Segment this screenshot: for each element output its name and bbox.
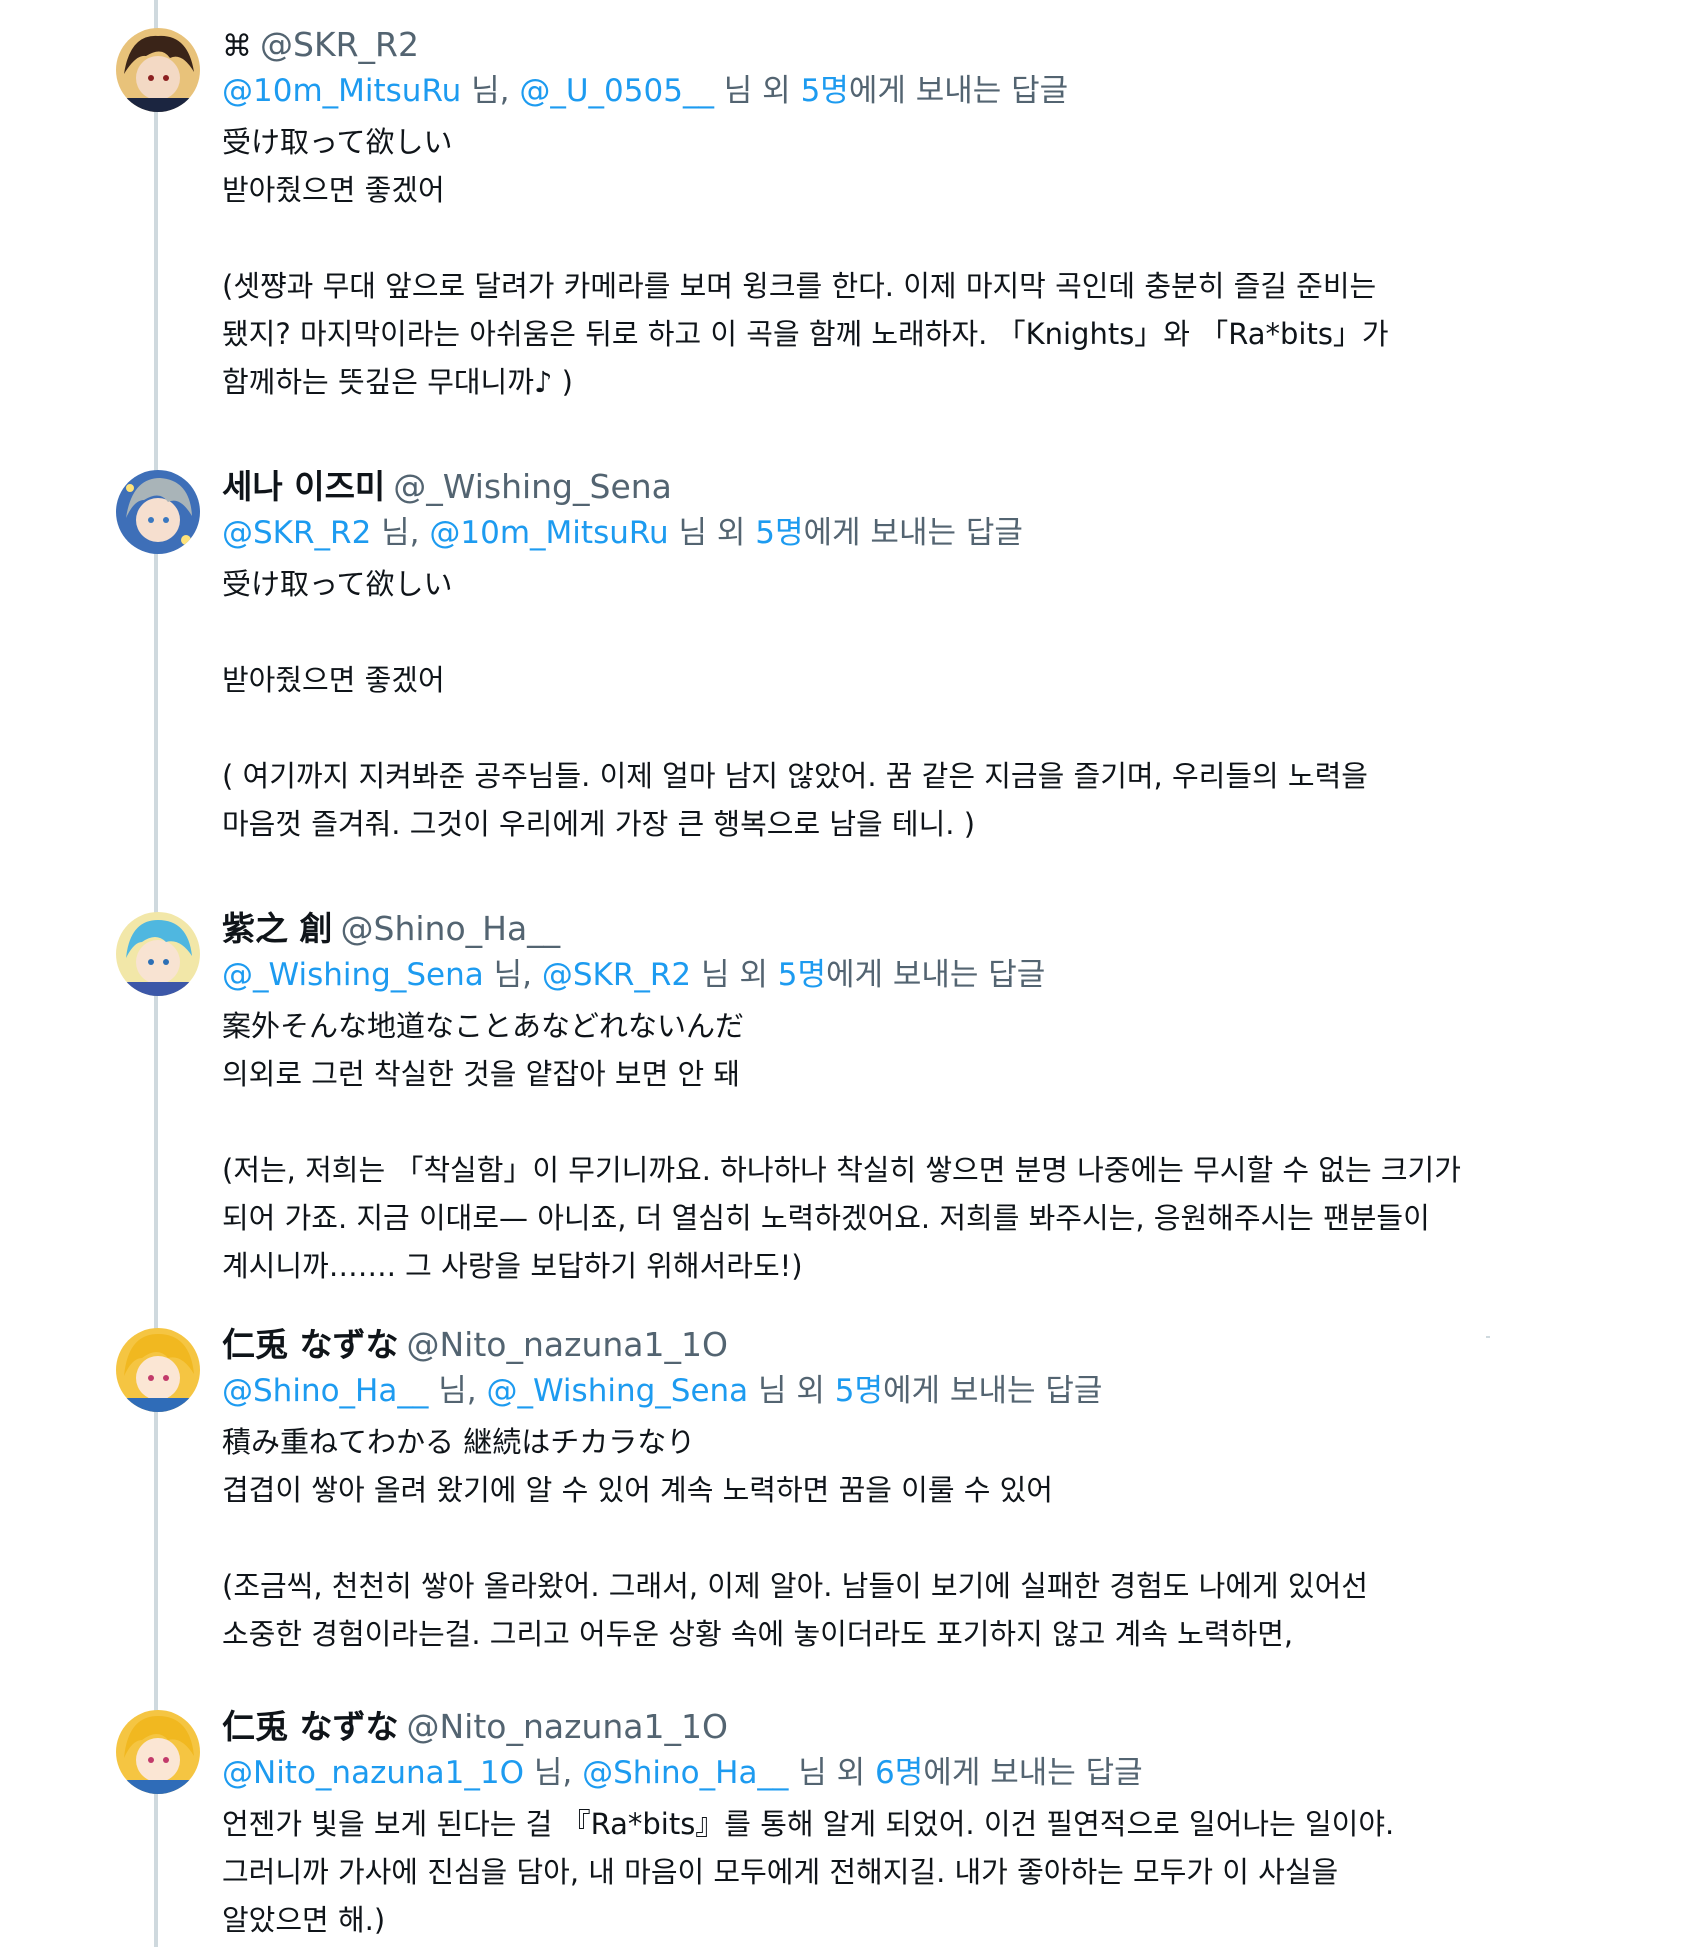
others-count-link[interactable]: 5명 (835, 1373, 883, 1409)
tweet-line: 受け取って欲しい (222, 125, 453, 159)
reply-separator: 님 외 (713, 73, 801, 109)
mention-link[interactable]: @_U_0505__ (519, 73, 714, 109)
mention-link[interactable]: @Shino_Ha__ (582, 1755, 788, 1791)
avatar[interactable] (116, 1710, 200, 1794)
mention-link[interactable]: @_Wishing_Sena (486, 1373, 748, 1409)
tweet-line: 되어 가죠. 지금 이대로— 아니죠, 더 열심히 노력하겠어요. 저희를 봐주… (222, 1201, 1430, 1235)
tweet-line: 案外そんな地道なことあなどれないんだ (222, 1009, 745, 1043)
tweet-content: 紫之 創 @Shino_Ha__ @_Wishing_Sena 님, @SKR_R… (222, 906, 1502, 1290)
tweet-line: 소중한 경험이라는걸. 그리고 어두운 상황 속에 놓이더라도 포기하지 않고 … (222, 1617, 1294, 1651)
tweet-header: ⌘ @SKR_R2 (222, 22, 1502, 68)
tweet-content: 仁兎 なずな @Nito_nazuna1_1O @Shino_Ha__ 님, @_… (222, 1322, 1502, 1658)
mention-link[interactable]: @Nito_nazuna1_1O (222, 1755, 524, 1791)
user-handle[interactable]: @Nito_nazuna1_1O (407, 1325, 728, 1364)
tweet-text: 受け取って欲しい 받아줬으면 좋겠어 (셋쨩과 무대 앞으로 달려가 카메라를 … (222, 118, 1502, 406)
display-name[interactable]: 紫之 創 (222, 909, 333, 948)
tweet-line: (저는, 저희는 「착실함」이 무기니까요. 하나하나 착실히 쌓으면 분명 나… (222, 1153, 1461, 1187)
tweet-content: 仁兎 なずな @Nito_nazuna1_1O @Nito_nazuna1_1O … (222, 1704, 1502, 1944)
replying-to: @Shino_Ha__ 님, @_Wishing_Sena 님 외 5명에게 보… (222, 1368, 1502, 1414)
others-count-link[interactable]: 5명 (755, 515, 803, 551)
others-count-link[interactable]: 6명 (875, 1755, 923, 1791)
replying-to: @_Wishing_Sena 님, @SKR_R2 님 외 5명에게 보내는 답… (222, 952, 1502, 998)
tweet-content: 세나 이즈미 @_Wishing_Sena @SKR_R2 님, @10m_Mit… (222, 464, 1502, 848)
mention-link[interactable]: @10m_MitsuRu (429, 515, 668, 551)
reply-tail: 에게 보내는 답글 (923, 1755, 1143, 1791)
others-count-link[interactable]: 5명 (778, 957, 826, 993)
avatar[interactable] (116, 28, 200, 112)
replying-to: @Nito_nazuna1_1O 님, @Shino_Ha__ 님 외 6명에게… (222, 1750, 1502, 1796)
avatar[interactable] (116, 912, 200, 996)
tweet-line: 받아줬으면 좋겠어 (222, 173, 445, 207)
reply-tail: 에게 보내는 답글 (825, 957, 1046, 993)
tweet-line: 마음껏 즐겨줘. 그것이 우리에게 가장 큰 행복으로 남을 테니. ) (222, 807, 976, 841)
mention-link[interactable]: @Shino_Ha__ (222, 1373, 428, 1409)
user-handle[interactable]: @Nito_nazuna1_1O (407, 1707, 728, 1746)
display-name-symbol: ⌘ (222, 29, 252, 64)
tweet-text: 受け取って欲しい 받아줬으면 좋겠어 ( 여기까지 지켜봐준 공주님들. 이제 … (222, 560, 1502, 848)
tweet-content: ⌘ @SKR_R2 @10m_MitsuRu 님, @_U_0505__ 님 외 … (222, 22, 1502, 406)
user-handle[interactable]: @SKR_R2 (260, 25, 419, 64)
tweet-line: 됐지? 마지막이라는 아쉬움은 뒤로 하고 이 곡을 함께 노래하자. 「Kni… (222, 317, 1389, 351)
tweet-text: 언젠가 빛을 보게 된다는 걸 『Ra*bits』를 통해 알게 되었어. 이건… (222, 1800, 1502, 1944)
tweet-header: 仁兎 なずな @Nito_nazuna1_1O (222, 1322, 1502, 1368)
mention-link[interactable]: @10m_MitsuRu (222, 73, 461, 109)
reply-separator: 님 외 (788, 1755, 876, 1791)
tweet-line: 積み重ねてわかる 継続はチカラなり (222, 1425, 696, 1459)
reply-separator: 님, (483, 957, 542, 993)
avatar[interactable] (116, 470, 200, 554)
tweet-text: 案外そんな地道なことあなどれないんだ 의외로 그런 착실한 것을 얕잡아 보면 … (222, 1002, 1502, 1290)
tweet-line: 계시니까……. 그 사랑을 보답하기 위해서라도!) (222, 1249, 803, 1283)
reply-separator: 님, (428, 1373, 487, 1409)
tweet-line: 겹겹이 쌓아 올려 왔기에 알 수 있어 계속 노력하면 꿈을 이룰 수 있어 (222, 1473, 1053, 1507)
tweet-line: 그러니까 가사에 진심을 담아, 내 마음이 모두에게 전해지길. 내가 좋아하… (222, 1855, 1339, 1889)
tweet-line: 알았으면 해.) (222, 1903, 386, 1937)
tweet-line: 受け取って欲しい (222, 567, 453, 601)
tweet-header: 세나 이즈미 @_Wishing_Sena (222, 464, 1502, 510)
reply-tail: 에게 보내는 답글 (883, 1373, 1103, 1409)
tweet-line: (조금씩, 천천히 쌓아 올라왔어. 그래서, 이제 알아. 남들이 보기에 실… (222, 1569, 1368, 1603)
reply-separator: 님 외 (668, 515, 756, 551)
reply-separator: 님, (461, 73, 520, 109)
display-name[interactable]: 仁兎 なずな (222, 1325, 399, 1364)
reply-tail: 에게 보내는 답글 (803, 515, 1023, 551)
tweet-line: (셋쨩과 무대 앞으로 달려가 카메라를 보며 윙크를 한다. 이제 마지막 곡… (222, 269, 1377, 303)
reply-separator: 님, (371, 515, 430, 551)
display-name[interactable]: 세나 이즈미 (222, 467, 385, 506)
tweet-line: 언젠가 빛을 보게 된다는 걸 『Ra*bits』를 통해 알게 되었어. 이건… (222, 1807, 1395, 1841)
tweet-line: 의외로 그런 착실한 것을 얕잡아 보면 안 돼 (222, 1057, 741, 1091)
mention-link[interactable]: @_Wishing_Sena (222, 957, 484, 993)
mention-link[interactable]: @SKR_R2 (222, 515, 371, 551)
user-handle[interactable]: @Shino_Ha__ (341, 909, 561, 948)
tweet-line: ( 여기까지 지켜봐준 공주님들. 이제 얼마 남지 않았어. 꿈 같은 지금을… (222, 759, 1368, 793)
tweet-header: 仁兎 なずな @Nito_nazuna1_1O (222, 1704, 1502, 1750)
user-handle[interactable]: @_Wishing_Sena (393, 467, 672, 506)
tweet-header: 紫之 創 @Shino_Ha__ (222, 906, 1502, 952)
tweet-line: 받아줬으면 좋겠어 (222, 663, 445, 697)
replying-to: @10m_MitsuRu 님, @_U_0505__ 님 외 5명에게 보내는 … (222, 68, 1502, 114)
tweet-text: 積み重ねてわかる 継続はチカラなり 겹겹이 쌓아 올려 왔기에 알 수 있어 계… (222, 1418, 1502, 1658)
replying-to: @SKR_R2 님, @10m_MitsuRu 님 외 5명에게 보내는 답글 (222, 510, 1502, 556)
reply-separator: 님 외 (691, 957, 778, 993)
avatar[interactable] (116, 1328, 200, 1412)
mention-link[interactable]: @SKR_R2 (542, 957, 691, 993)
tweet-line: 함께하는 뜻깊은 무대니까♪ ) (222, 365, 573, 399)
reply-separator: 님 외 (748, 1373, 835, 1409)
reply-separator: 님, (523, 1755, 583, 1791)
display-name[interactable]: 仁兎 なずな (222, 1707, 399, 1746)
others-count-link[interactable]: 5명 (801, 73, 849, 109)
reply-tail: 에게 보내는 답글 (848, 73, 1069, 109)
